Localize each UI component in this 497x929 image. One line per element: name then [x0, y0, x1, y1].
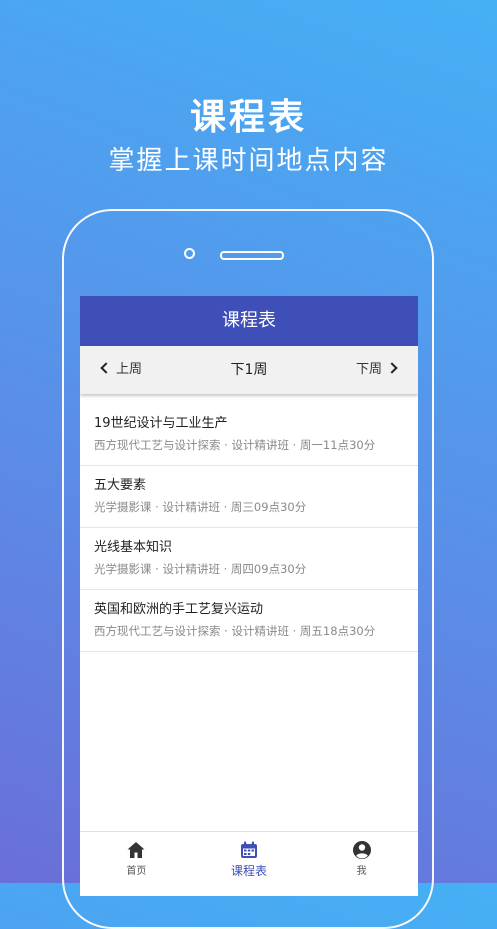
promo-title: 课程表: [189, 97, 307, 138]
app-screen: 课程表 上周 下1周 下周 19世纪设计与工业生产 西方现代工艺与设计探索 · …: [80, 296, 418, 896]
list-item[interactable]: 五大要素 光学摄影课 · 设计精讲班 · 周三09点30分: [80, 466, 418, 528]
list-item[interactable]: 英国和欧洲的手工艺复兴运动 西方现代工艺与设计探索 · 设计精讲班 · 周五18…: [80, 590, 418, 652]
next-week-label: 下周: [355, 362, 382, 377]
speaker-grille: [220, 251, 284, 260]
course-title: 五大要素: [94, 478, 147, 493]
tab-home-label: 首页: [126, 866, 147, 877]
user-icon: [352, 841, 371, 859]
camera-icon: [184, 248, 195, 259]
course-detail: 西方现代工艺与设计探索 · 设计精讲班 · 周一11点30分: [94, 438, 376, 452]
tab-schedule-label: 课程表: [231, 864, 268, 878]
tab-profile-label: 我: [356, 866, 367, 877]
prev-week-label: 上周: [116, 362, 143, 377]
list-item[interactable]: 19世纪设计与工业生产 西方现代工艺与设计探索 · 设计精讲班 · 周一11点3…: [80, 404, 418, 466]
page-title: 课程表: [80, 296, 418, 346]
promo-subtitle: 掌握上课时间地点内容: [108, 146, 389, 176]
next-week-button[interactable]: 下周: [355, 346, 398, 394]
course-title: 英国和欧洲的手工艺复兴运动: [94, 602, 264, 617]
home-icon: [127, 842, 145, 858]
prev-week-button[interactable]: 上周: [100, 346, 143, 394]
course-list: 19世纪设计与工业生产 西方现代工艺与设计探索 · 设计精讲班 · 周一11点3…: [80, 404, 418, 652]
chevron-left-icon: [100, 361, 112, 374]
course-detail: 光学摄影课 · 设计精讲班 · 周三09点30分: [94, 500, 307, 514]
calendar-icon: [241, 841, 257, 858]
tab-profile[interactable]: 我: [305, 832, 418, 896]
course-detail: 光学摄影课 · 设计精讲班 · 周四09点30分: [94, 562, 307, 576]
course-title: 19世纪设计与工业生产: [94, 416, 228, 431]
course-detail: 西方现代工艺与设计探索 · 设计精讲班 · 周五18点30分: [94, 624, 376, 638]
list-item[interactable]: 光线基本知识 光学摄影课 · 设计精讲班 · 周四09点30分: [80, 528, 418, 590]
course-title: 光线基本知识: [94, 540, 173, 555]
tab-home[interactable]: 首页: [80, 832, 193, 896]
bottom-tab-bar: 首页 课程表 我: [80, 831, 418, 896]
chevron-right-icon: [386, 361, 398, 374]
week-navigation: 上周 下1周 下周: [80, 346, 418, 394]
tab-schedule[interactable]: 课程表: [193, 832, 306, 896]
